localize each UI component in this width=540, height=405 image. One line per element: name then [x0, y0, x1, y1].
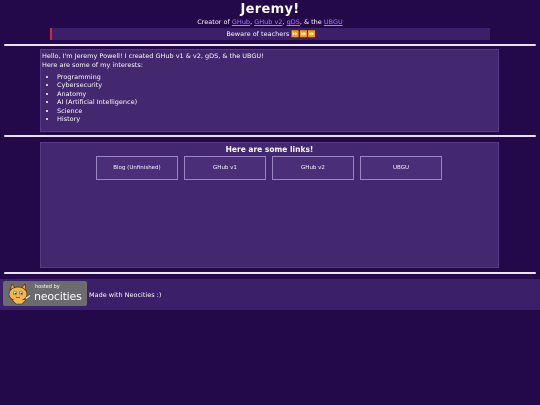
made-with-text: Made with Neocities :)	[89, 291, 162, 299]
footer: hosted by neocities Made with Neocities …	[0, 279, 540, 310]
notice-banner: Beware of teachers ⏩⏩⏩	[50, 28, 490, 40]
list-item: Programming	[57, 73, 137, 81]
blog-button[interactable]: Blog (Unfinished)	[96, 156, 178, 180]
link-gds[interactable]: gDS	[287, 18, 300, 26]
list-item: Anatomy	[57, 90, 137, 98]
intro-greeting: Hello, I'm Jeremy Powell! I created GHub…	[42, 52, 264, 60]
link-ghub-v2[interactable]: GHub v2	[254, 18, 282, 26]
neocities-cat-icon	[8, 283, 32, 305]
intro-text: Hello, I'm Jeremy Powell! I created GHub…	[42, 52, 264, 70]
divider	[4, 135, 536, 137]
creator-line: Creator of GHub, GHub v2, gDS, & the UBG…	[0, 18, 540, 26]
interests-heading: Here are some of my interests:	[42, 61, 143, 69]
list-item: Cybersecurity	[57, 81, 137, 89]
list-item: AI (Artificial Intelligence)	[57, 98, 137, 106]
divider	[4, 272, 536, 274]
page-title: Jeremy!	[240, 2, 300, 17]
links-title: Here are some links!	[225, 145, 314, 154]
creator-prefix: Creator of	[197, 18, 232, 26]
separator: , & the	[299, 18, 324, 26]
interests-list: Programming Cybersecurity Anatomy AI (Ar…	[48, 73, 137, 123]
intro-panel: Hello, I'm Jeremy Powell! I created GHub…	[40, 49, 499, 132]
ghub-v2-button[interactable]: GHub v2	[272, 156, 354, 180]
list-item: History	[57, 115, 137, 123]
link-ghub[interactable]: GHub	[232, 18, 250, 26]
ghub-v1-button[interactable]: GHub v1	[184, 156, 266, 180]
divider	[4, 44, 536, 46]
list-item: Science	[57, 107, 137, 115]
ubgu-button[interactable]: UBGU	[360, 156, 442, 180]
badge-brand-label: neocities	[34, 290, 82, 303]
links-panel: Here are some links! Blog (Unfinished) G…	[40, 142, 499, 268]
neocities-badge[interactable]: hosted by neocities	[3, 281, 87, 306]
link-ubgu[interactable]: UBGU	[324, 18, 343, 26]
